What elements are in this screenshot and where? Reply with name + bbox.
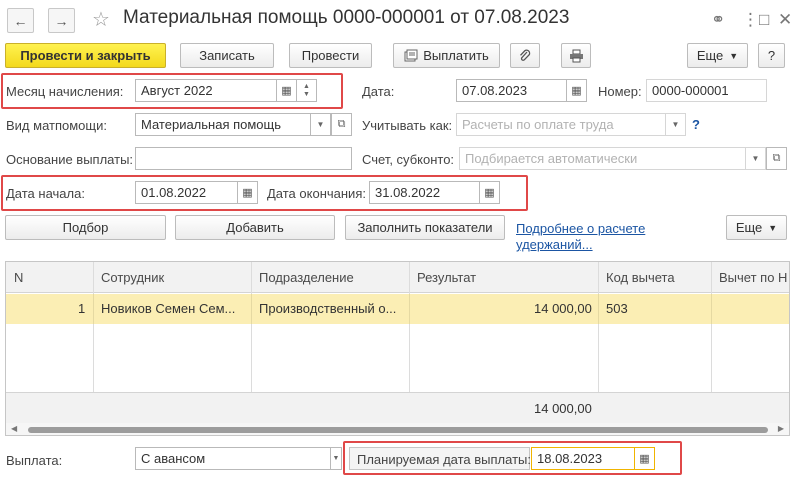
scroll-right-icon[interactable]: ▶ — [778, 424, 784, 433]
pick-label: Подбор — [62, 220, 109, 235]
post-and-close-button[interactable]: Провести и закрыть — [5, 43, 166, 68]
cell-department: Производственный о... — [259, 301, 397, 316]
table-more-button[interactable]: Еще ▼ — [726, 215, 787, 240]
column-divider — [409, 294, 410, 324]
aid-type-dropdown-button[interactable]: ▼ — [310, 113, 331, 136]
column-divider — [93, 294, 94, 324]
arrow-right-icon: → — [54, 12, 69, 29]
aid-type-field[interactable]: Материальная помощь — [135, 113, 311, 136]
table-header: N Сотрудник Подразделение Результат Код … — [6, 262, 789, 293]
column-header-employee[interactable]: Сотрудник — [101, 270, 164, 285]
toolbar-more-label: Еще — [696, 48, 724, 63]
employees-table[interactable]: N Сотрудник Подразделение Результат Код … — [5, 261, 790, 436]
calendar-icon: ▦ — [571, 85, 582, 97]
paperclip-icon — [520, 49, 531, 61]
post-label: Провести — [301, 48, 360, 63]
account-dropdown-button[interactable]: ▼ — [745, 147, 766, 170]
chevron-down-icon: ▼ — [729, 50, 739, 61]
cell-code: 503 — [606, 301, 628, 316]
aid-type-open-button[interactable]: ⧉ — [331, 113, 352, 136]
date-calendar-button[interactable]: ▦ — [566, 79, 587, 102]
column-header-deduction[interactable]: Вычет по Н — [719, 270, 787, 285]
printer-icon — [569, 49, 583, 62]
column-divider — [711, 294, 712, 324]
account-field[interactable]: Подбирается автоматически — [459, 147, 746, 170]
payment-field[interactable]: С авансом — [135, 447, 331, 470]
add-label: Добавить — [226, 220, 284, 235]
payment-document-icon — [404, 49, 418, 61]
account-as-label: Учитывать как: — [362, 118, 453, 133]
planned-date-label-box: Планируемая дата выплаты: — [349, 447, 531, 470]
column-header-code[interactable]: Код вычета — [606, 270, 675, 285]
cell-employee: Новиков Семен Сем... — [101, 301, 236, 316]
pay-button[interactable]: Выплатить — [393, 43, 500, 68]
column-header-department[interactable]: Подразделение — [259, 270, 354, 285]
table-more-label: Еще — [735, 220, 763, 235]
help-question-icon[interactable]: ? — [692, 117, 700, 132]
aid-type-label: Вид матпомощи: — [6, 118, 107, 133]
table-footer: 14 000,00 — [6, 392, 789, 423]
save-button[interactable]: Записать — [180, 43, 274, 68]
window-title: Материальная помощь 0000-000001 от 07.08… — [123, 7, 570, 28]
column-header-result[interactable]: Результат — [417, 270, 476, 285]
cell-result: 14 000,00 — [534, 301, 592, 316]
total-result: 14 000,00 — [534, 401, 592, 416]
chevron-down-icon: ▼ — [332, 455, 340, 462]
chevron-down-icon: ▼ — [751, 154, 760, 163]
basis-label: Основание выплаты: — [6, 152, 134, 167]
chevron-down-icon: ▼ — [768, 222, 778, 233]
basis-field[interactable] — [135, 147, 352, 170]
date-field[interactable]: 07.08.2023 — [456, 79, 567, 102]
planned-date-label: Планируемая дата выплаты: — [357, 452, 531, 467]
planned-date-field[interactable]: 18.08.2023 — [531, 447, 635, 470]
column-header-n[interactable]: N — [14, 270, 23, 285]
highlight-period — [1, 175, 528, 211]
fill-indicators-label: Заполнить показатели — [357, 220, 493, 235]
add-button[interactable]: Добавить — [175, 215, 335, 240]
table-row[interactable]: 1 Новиков Семен Сем... Производственный … — [6, 294, 789, 324]
post-and-close-label: Провести и закрыть — [20, 48, 151, 63]
calendar-icon: ▦ — [639, 453, 650, 465]
help-label: ? — [767, 48, 776, 63]
link-icon[interactable]: ⚭ — [711, 10, 725, 30]
forward-button[interactable]: → — [48, 8, 75, 33]
attach-button[interactable] — [510, 43, 540, 68]
fill-indicators-button[interactable]: Заполнить показатели — [345, 215, 505, 240]
post-button[interactable]: Провести — [289, 43, 372, 68]
payment-dropdown-button[interactable]: ▼ — [330, 447, 342, 470]
pick-button[interactable]: Подбор — [5, 215, 166, 240]
payment-label: Выплата: — [6, 453, 63, 468]
help-button[interactable]: ? — [758, 43, 785, 68]
scroll-left-icon[interactable]: ◀ — [11, 424, 17, 433]
number-field[interactable]: 0000-000001 — [646, 79, 767, 102]
chevron-down-icon: ▼ — [316, 120, 325, 129]
pay-label: Выплатить — [423, 48, 489, 63]
planned-date-calendar-button[interactable]: ▦ — [634, 447, 655, 470]
account-as-dropdown-button[interactable]: ▼ — [665, 113, 686, 136]
account-open-button[interactable]: ⧉ — [766, 147, 787, 170]
favorite-star-icon[interactable]: ☆ — [92, 7, 110, 32]
highlight-month — [1, 73, 343, 109]
maximize-icon[interactable]: □ — [759, 10, 769, 30]
account-as-field[interactable]: Расчеты по оплате труда — [456, 113, 666, 136]
horizontal-scrollbar[interactable]: ◀ ▶ — [6, 423, 789, 435]
save-label: Записать — [199, 48, 255, 63]
column-divider — [598, 294, 599, 324]
open-form-icon: ⧉ — [772, 152, 781, 164]
chevron-down-icon: ▼ — [671, 120, 680, 129]
toolbar-more-button[interactable]: Еще ▼ — [687, 43, 748, 68]
cell-n: 1 — [78, 301, 86, 316]
close-icon[interactable]: ✕ — [778, 10, 792, 30]
more-actions-icon[interactable]: ⋮ — [742, 10, 759, 30]
scrollbar-thumb[interactable] — [28, 427, 768, 433]
deductions-info-link[interactable]: Подробнее о расчете удержаний... — [516, 221, 691, 253]
open-form-icon: ⧉ — [337, 118, 346, 130]
back-button[interactable]: ← — [7, 8, 34, 33]
account-label: Счет, субконто: — [362, 152, 455, 167]
date-label: Дата: — [362, 84, 395, 99]
number-label: Номер: — [598, 84, 642, 99]
arrow-left-icon: ← — [13, 12, 28, 29]
column-divider — [251, 294, 252, 324]
print-button[interactable] — [561, 43, 591, 68]
